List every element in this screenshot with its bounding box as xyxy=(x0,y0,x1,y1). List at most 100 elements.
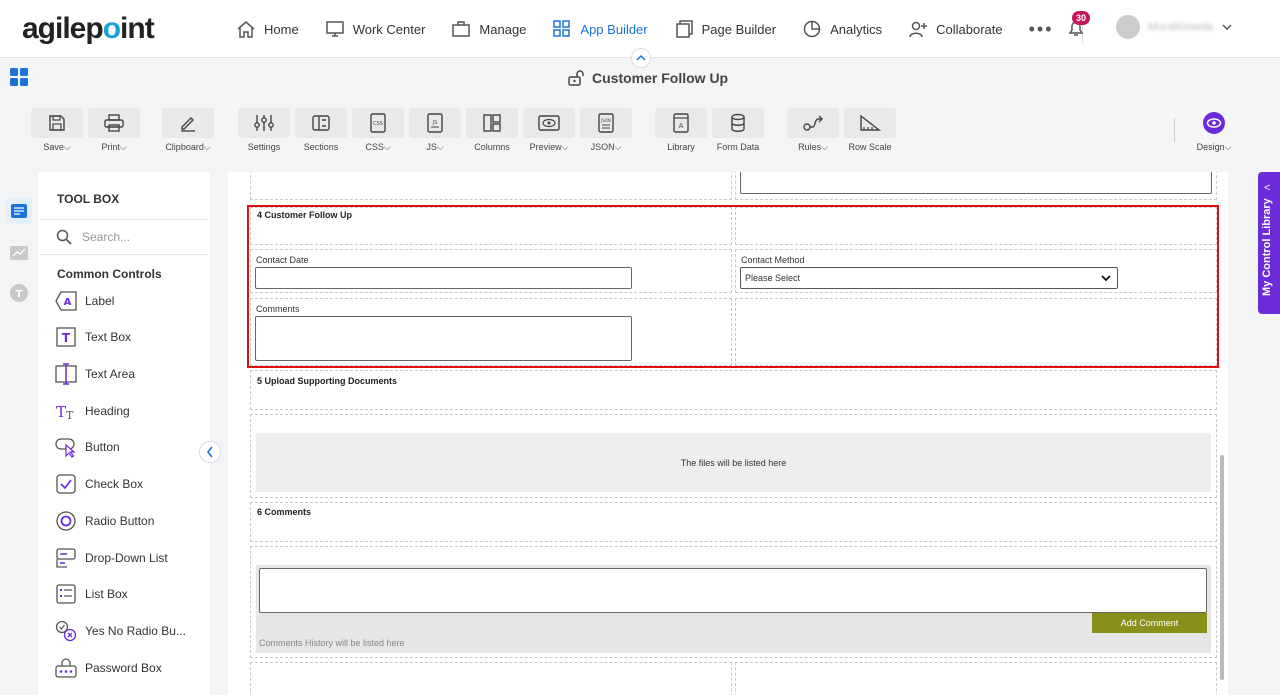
form-data-button[interactable]: Form Data xyxy=(712,108,764,152)
checkbox-icon xyxy=(56,474,76,494)
settings-button[interactable]: Settings xyxy=(238,108,290,152)
form-canvas: 4 Customer Follow Up Contact Date Contac… xyxy=(228,172,1228,695)
sections-icon xyxy=(312,115,330,131)
svg-text:A: A xyxy=(64,297,72,308)
collapse-toolbox-button[interactable] xyxy=(199,441,221,463)
rules-icon xyxy=(803,115,823,131)
listbox-icon xyxy=(56,584,76,604)
user-name: MuraliGowda xyxy=(1148,21,1213,33)
button-icon xyxy=(55,438,76,458)
control-button[interactable]: Button xyxy=(55,436,120,458)
json-button[interactable]: JSON JSON⌵ xyxy=(580,108,632,153)
save-button[interactable]: Save⌵ xyxy=(31,108,83,153)
library-icon: A xyxy=(673,113,689,133)
search-icon xyxy=(56,229,72,245)
json-file-icon: JSON xyxy=(598,113,614,133)
previous-field-input[interactable] xyxy=(740,172,1212,194)
control-text-area[interactable]: Text Area xyxy=(55,363,135,385)
canvas-scrollbar[interactable] xyxy=(1220,455,1224,680)
control-list-box[interactable]: List Box xyxy=(55,583,128,605)
toolbox-title: TOOL BOX xyxy=(57,192,120,206)
add-comment-input[interactable] xyxy=(259,568,1207,613)
search-placeholder: Search... xyxy=(82,230,131,244)
control-text-box[interactable]: T Text Box xyxy=(55,326,131,348)
rules-button[interactable]: Rules⌵ xyxy=(787,108,839,153)
add-comment-button[interactable]: Add Comment xyxy=(1092,613,1207,633)
textbox-icon: T xyxy=(56,327,76,347)
more-menu-icon[interactable]: ••• xyxy=(1029,19,1054,40)
control-radio-button[interactable]: Radio Button xyxy=(55,510,154,532)
nav-collaborate[interactable]: Collaborate xyxy=(908,20,1003,38)
text-controls-tab[interactable]: T xyxy=(6,280,32,306)
design-button[interactable]: Design⌵ xyxy=(1188,108,1240,153)
agilepoint-logo[interactable]: agilepoint xyxy=(22,12,155,46)
toolbar-divider xyxy=(1174,118,1175,142)
category-common-controls[interactable]: Common Controls xyxy=(57,267,162,281)
pencil-icon xyxy=(181,117,195,132)
nav-analytics[interactable]: Analytics xyxy=(802,20,882,38)
form-title-bar: Customer Follow Up xyxy=(0,48,1280,100)
form-controls-tab[interactable] xyxy=(6,198,32,224)
form-cell[interactable] xyxy=(735,662,1217,695)
analytics-controls-tab[interactable] xyxy=(6,240,32,266)
js-button[interactable]: JS JS⌵ xyxy=(409,108,461,153)
control-heading[interactable]: TT Heading xyxy=(55,400,130,422)
svg-text:T: T xyxy=(16,289,23,300)
nav-page-builder[interactable]: Page Builder xyxy=(674,20,776,38)
toolbox-panel: TOOL BOX Search... Common Controls A Lab… xyxy=(38,172,210,695)
nav-work-center[interactable]: Work Center xyxy=(325,20,425,38)
clipboard-button[interactable]: Clipboard⌵ xyxy=(162,108,214,153)
chevron-left-icon: < xyxy=(1264,182,1271,194)
section-5-title[interactable]: 5 Upload Supporting Documents xyxy=(257,376,397,386)
control-drop-down-list[interactable]: Drop-Down List xyxy=(55,547,168,569)
toolbox-search[interactable]: Search... xyxy=(40,219,208,255)
control-label[interactable]: A Label xyxy=(55,290,114,312)
file-upload-dropzone[interactable]: The files will be listed here xyxy=(256,433,1211,492)
user-menu[interactable]: MuraliGowda xyxy=(1116,15,1233,39)
pages-icon xyxy=(675,20,693,38)
form-cell[interactable] xyxy=(250,502,1217,542)
collapse-header-button[interactable] xyxy=(631,48,651,68)
users-add-icon xyxy=(909,21,928,38)
print-button[interactable]: Print⌵ xyxy=(88,108,140,153)
control-yes-no-radio-button[interactable]: Yes No Radio Bu... xyxy=(55,620,186,642)
main-nav: Home Work Center Manage App Builder Page… xyxy=(236,0,1083,58)
radio-icon xyxy=(56,511,76,531)
js-file-icon: JS xyxy=(427,113,443,133)
ruler-icon xyxy=(860,114,881,131)
svg-text:T: T xyxy=(62,331,71,345)
selected-section-highlight xyxy=(247,205,1219,368)
text-icon: T xyxy=(10,284,28,302)
svg-text:CSS: CSS xyxy=(373,121,383,127)
nav-manage[interactable]: Manage xyxy=(451,20,526,38)
unlock-icon xyxy=(568,70,584,86)
svg-text:JS: JS xyxy=(432,120,438,126)
form-cell[interactable] xyxy=(250,172,732,200)
css-button[interactable]: CSS CSS⌵ xyxy=(352,108,404,153)
sections-button[interactable]: Sections xyxy=(295,108,347,152)
section-6-title[interactable]: 6 Comments xyxy=(257,507,311,517)
form-cell[interactable] xyxy=(250,662,732,695)
nav-home[interactable]: Home xyxy=(236,20,299,38)
eye-icon xyxy=(1203,112,1225,134)
my-control-library-label: My Control Library xyxy=(1261,198,1273,296)
row-scale-button[interactable]: Row Scale xyxy=(844,108,896,152)
nav-app-builder[interactable]: App Builder xyxy=(552,20,648,38)
form-icon xyxy=(11,204,27,218)
chevron-down-icon xyxy=(1222,24,1232,31)
apps-grid-icon[interactable] xyxy=(10,68,28,91)
preview-button[interactable]: Preview⌵ xyxy=(523,108,575,153)
control-check-box[interactable]: Check Box xyxy=(55,473,143,495)
control-password-box[interactable]: Password Box xyxy=(55,657,162,679)
svg-text:T: T xyxy=(66,409,74,422)
chart-icon xyxy=(10,246,28,260)
columns-button[interactable]: Columns xyxy=(466,108,518,152)
library-button[interactable]: A Library xyxy=(655,108,707,152)
sliders-icon xyxy=(254,115,274,131)
comments-history-placeholder: Comments History will be listed here xyxy=(259,638,405,648)
label-icon: A xyxy=(55,291,77,311)
save-icon xyxy=(49,115,65,131)
svg-text:JSON: JSON xyxy=(600,118,611,123)
my-control-library-tab[interactable]: < My Control Library xyxy=(1258,172,1280,314)
svg-text:T: T xyxy=(56,403,66,421)
